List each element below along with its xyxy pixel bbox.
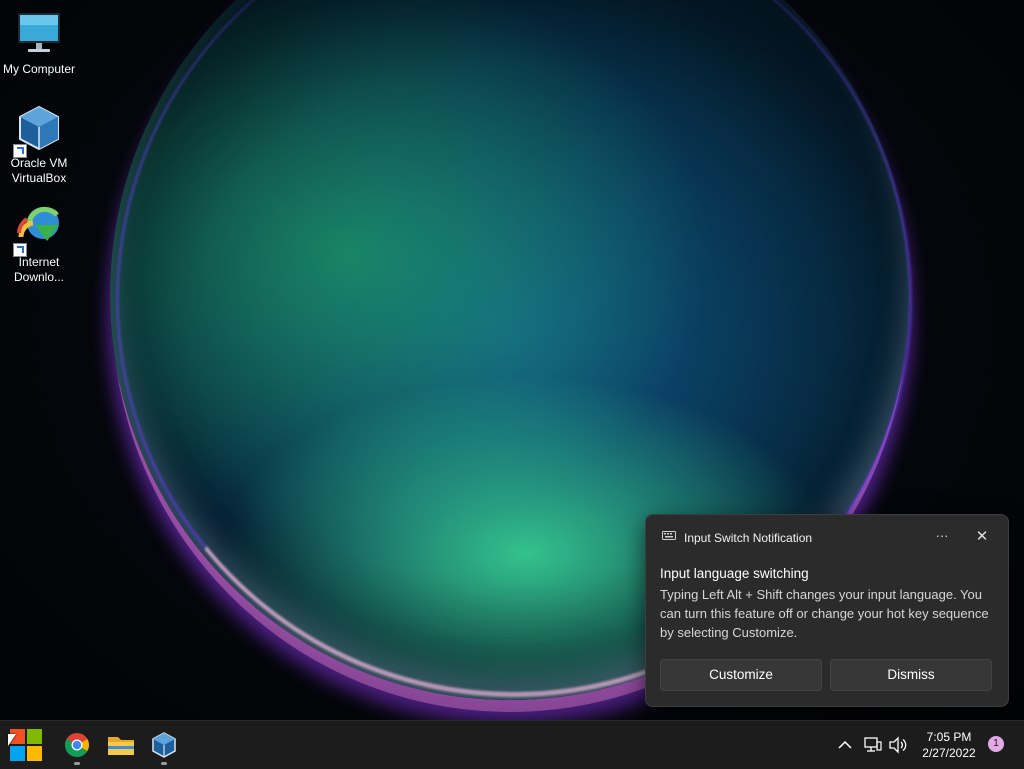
close-button[interactable]: ✕ [972, 527, 992, 547]
notification-count-badge[interactable]: 1 [988, 736, 1004, 752]
keyboard-icon [662, 529, 676, 547]
virtualbox-icon [13, 104, 63, 158]
notification-title: Input language switching [660, 566, 809, 581]
desktop-icon-label: Oracle VM VirtualBox [0, 156, 78, 186]
chevron-up-icon [838, 740, 852, 749]
volume-button[interactable] [888, 721, 908, 769]
input-switch-notification[interactable]: Input Switch Notification ··· ✕ Input la… [645, 514, 1009, 707]
taskbar: 7:05 PM 2/27/2022 [0, 720, 1024, 769]
notification-header: Input Switch Notification [662, 529, 812, 547]
notification-app-name: Input Switch Notification [684, 531, 813, 545]
desktop-icon-label-line2: Downlo... [13, 270, 65, 284]
internet-download-manager-icon [13, 203, 63, 257]
speaker-icon [889, 736, 907, 754]
clock[interactable]: 7:05 PM 2/27/2022 [912, 729, 986, 761]
taskbar-chrome[interactable] [61, 729, 93, 765]
desktop-icon-label-line2: VirtualBox [11, 171, 67, 185]
notification-body: Typing Left Alt + Shift changes your inp… [660, 587, 989, 640]
monitor-icon [15, 10, 63, 58]
taskbar-virtualbox[interactable] [148, 729, 180, 765]
desktop-icon-virtualbox[interactable]: Oracle VM VirtualBox [0, 104, 78, 186]
desktop-icon-label: My Computer [2, 62, 76, 76]
desktop-icon-label-line1: Oracle VM [10, 156, 68, 170]
desktop-icon-label-line1: Internet [18, 255, 60, 269]
more-options-button[interactable]: ··· [932, 527, 952, 547]
desktop-icon-my-computer[interactable]: My Computer [0, 10, 78, 77]
desktop-icon-internet-download-manager[interactable]: Internet Downlo... [0, 203, 78, 285]
running-indicator [74, 762, 80, 765]
desktop-icon-label: Internet Downlo... [0, 255, 78, 285]
show-hidden-icons-button[interactable] [836, 721, 854, 769]
file-explorer-icon [108, 737, 134, 755]
shortcut-arrow-icon [13, 243, 27, 257]
network-button[interactable] [863, 721, 883, 769]
clock-time: 7:05 PM [926, 730, 972, 744]
network-icon [864, 737, 882, 752]
customize-button[interactable]: Customize [660, 659, 822, 691]
running-indicator [161, 762, 167, 765]
mouse-cursor-icon [8, 734, 16, 746]
shortcut-arrow-icon [13, 144, 27, 158]
chrome-icon [64, 733, 90, 758]
dismiss-button[interactable]: Dismiss [830, 659, 992, 691]
taskbar-file-explorer[interactable] [105, 729, 137, 761]
virtualbox-icon [152, 732, 176, 758]
clock-date: 2/27/2022 [922, 746, 976, 760]
